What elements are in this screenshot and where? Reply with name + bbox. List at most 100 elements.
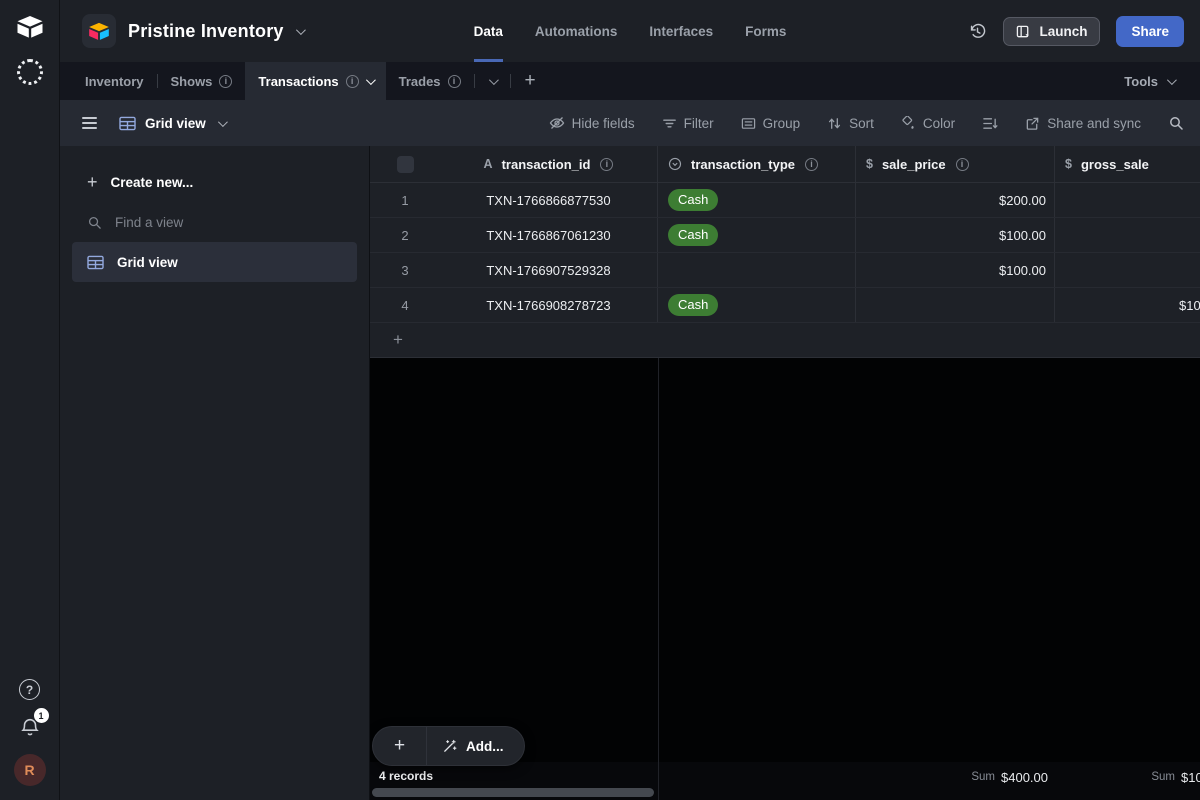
text-field-icon: A (484, 157, 493, 171)
nav-tab-automations[interactable]: Automations (535, 0, 618, 62)
column-header-gross-sale[interactable]: $ gross_sale (1055, 146, 1200, 182)
more-tables-chevron-button[interactable] (475, 62, 510, 100)
cell-transaction-id[interactable]: TXN-1766867061230 (440, 218, 658, 252)
nav-tab-interfaces[interactable]: Interfaces (649, 0, 713, 62)
user-avatar[interactable]: R (14, 754, 46, 786)
workspace-loading-spinner (17, 59, 43, 85)
column-header-sale-price[interactable]: $ sale_price i (856, 146, 1055, 182)
filter-button[interactable]: Filter (662, 116, 714, 131)
cell-transaction-id[interactable]: TXN-1766907529328 (440, 253, 658, 287)
cell-sale-price[interactable]: $100.00 (856, 218, 1055, 252)
add-table-button[interactable]: + (511, 62, 550, 100)
add-row-button[interactable]: + (370, 323, 1200, 358)
tab-trades[interactable]: Trades i (386, 62, 474, 100)
group-button[interactable]: Group (741, 116, 801, 131)
plus-icon: + (393, 330, 403, 350)
base-menu-chevron-icon[interactable] (296, 25, 306, 35)
gross-sale-summary[interactable]: Sum $100.00 (1055, 766, 1200, 788)
row-number: 2 (370, 218, 440, 252)
row-height-button[interactable] (982, 116, 998, 131)
top-header: Pristine Inventory Data Automations Inte… (60, 0, 1200, 62)
table-tab-bar: Inventory Shows i Transactions i Trades … (60, 62, 1200, 100)
column-header-transaction-type[interactable]: transaction_type i (658, 146, 856, 182)
cell-gross-sale[interactable]: $100.00 (1055, 288, 1200, 322)
base-icon[interactable] (82, 14, 116, 48)
grid-view-area: A transaction_id i transaction_type i (370, 146, 1200, 800)
airtable-logo-icon[interactable] (16, 15, 44, 39)
table-row[interactable]: 1 TXN-1766866877530 Cash $200.00 (370, 183, 1200, 218)
hide-fields-button[interactable]: Hide fields (549, 115, 635, 131)
color-button[interactable]: Color (901, 116, 955, 131)
airtable-app-window: ? 1 R Pristine Inventory (0, 0, 1200, 800)
eye-off-icon (549, 115, 565, 131)
tab-inventory[interactable]: Inventory (72, 62, 157, 100)
view-toolbar: Grid view Hide fields (60, 100, 1200, 146)
row-number: 1 (370, 183, 440, 217)
table-row[interactable]: 2 TXN-1766867061230 Cash $100.00 (370, 218, 1200, 253)
launch-panel-icon (1016, 24, 1031, 39)
field-description-icon[interactable]: i (600, 158, 613, 171)
sidebar-item-grid-view[interactable]: Grid view (72, 242, 357, 282)
filter-icon (662, 116, 677, 131)
frozen-column-divider (658, 762, 659, 800)
select-option-pill: Cash (668, 224, 718, 246)
find-a-view-input[interactable]: Find a view (72, 202, 357, 242)
nav-tab-data[interactable]: Data (474, 0, 503, 62)
frozen-column-divider[interactable] (658, 358, 659, 762)
current-view-button[interactable]: Grid view (119, 116, 225, 131)
view-sidebar-toggle-button[interactable] (82, 117, 97, 129)
create-new-view-button[interactable]: + Create new... (72, 162, 357, 202)
cell-sale-price[interactable]: $100.00 (856, 253, 1055, 287)
add-record-plus-button[interactable]: + (373, 727, 427, 765)
cell-gross-sale[interactable] (1055, 218, 1200, 252)
select-all-checkbox[interactable] (397, 156, 414, 173)
nav-tab-forms[interactable]: Forms (745, 0, 786, 62)
currency-field-icon: $ (1065, 157, 1072, 171)
sale-price-summary[interactable]: Sum $400.00 (856, 766, 1055, 788)
grid-view-icon (119, 116, 136, 131)
cell-gross-sale[interactable] (1055, 183, 1200, 217)
field-description-icon[interactable]: i (956, 158, 969, 171)
currency-field-icon: $ (866, 157, 873, 171)
share-and-sync-button[interactable]: Share and sync (1025, 116, 1141, 131)
table-row[interactable]: 3 TXN-1766907529328 $100.00 (370, 253, 1200, 288)
chevron-down-icon (1167, 75, 1177, 85)
cell-transaction-type[interactable] (658, 253, 856, 287)
row-number: 3 (370, 253, 440, 287)
external-link-icon (1025, 116, 1040, 131)
cell-transaction-id[interactable]: TXN-1766908278723 (440, 288, 658, 322)
cell-sale-price[interactable]: $200.00 (856, 183, 1055, 217)
field-description-icon[interactable]: i (805, 158, 818, 171)
cell-transaction-type[interactable]: Cash (658, 183, 856, 217)
base-title[interactable]: Pristine Inventory (128, 21, 284, 42)
horizontal-scrollbar-thumb[interactable] (372, 788, 654, 797)
tab-menu-chevron-icon (366, 75, 376, 85)
group-icon (741, 116, 756, 131)
grid-view-icon (87, 255, 104, 270)
history-button[interactable] (968, 22, 987, 41)
share-button[interactable]: Share (1116, 16, 1184, 47)
tools-menu[interactable]: Tools (1124, 62, 1200, 100)
cell-sale-price[interactable] (856, 288, 1055, 322)
notification-badge: 1 (34, 708, 49, 723)
select-option-pill: Cash (668, 294, 718, 316)
table-row[interactable]: 4 TXN-1766908278723 Cash $100.00 (370, 288, 1200, 323)
row-number: 4 (370, 288, 440, 322)
notifications-button[interactable]: 1 (19, 716, 41, 738)
tab-shows[interactable]: Shows i (158, 62, 246, 100)
left-rail: ? 1 R (0, 0, 60, 800)
cell-transaction-type[interactable]: Cash (658, 288, 856, 322)
sort-icon (827, 116, 842, 131)
cell-transaction-id[interactable]: TXN-1766866877530 (440, 183, 658, 217)
grid-header-row: A transaction_id i transaction_type i (370, 146, 1200, 183)
tab-transactions[interactable]: Transactions i (245, 62, 385, 100)
column-header-transaction-id[interactable]: A transaction_id i (440, 146, 658, 182)
cell-transaction-type[interactable]: Cash (658, 218, 856, 252)
search-button[interactable] (1168, 115, 1184, 131)
row-height-icon (982, 116, 998, 131)
help-icon[interactable]: ? (19, 679, 40, 700)
cell-gross-sale[interactable] (1055, 253, 1200, 287)
launch-button[interactable]: Launch (1003, 17, 1100, 46)
sort-button[interactable]: Sort (827, 116, 874, 131)
add-with-ai-button[interactable]: Add... (427, 727, 524, 765)
